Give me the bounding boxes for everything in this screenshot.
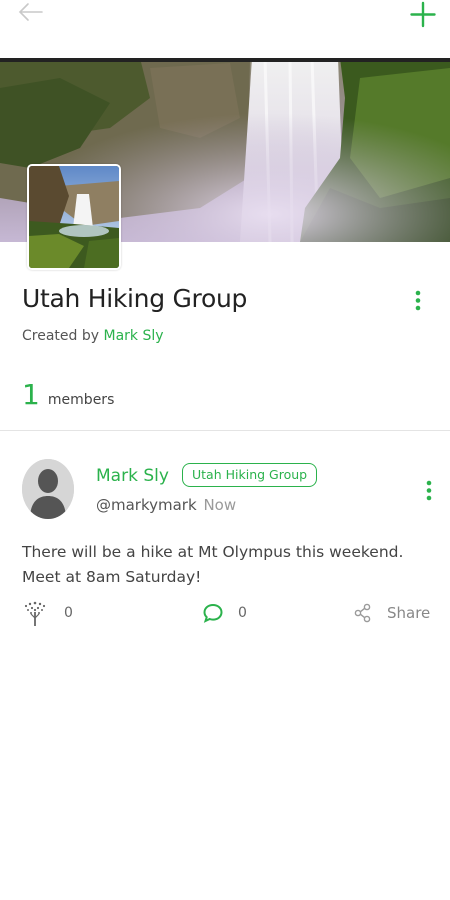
share-icon [354, 603, 371, 623]
creator-link[interactable]: Mark Sly [103, 328, 163, 344]
post-body-line: There will be a hike at Mt Olympus this … [22, 543, 404, 561]
comment-button[interactable]: 0 [202, 598, 247, 628]
member-count-number: 1 [22, 378, 40, 411]
post-body-line: Meet at 8am Saturday! [22, 568, 202, 586]
comment-count: 0 [238, 605, 247, 621]
group-title: Utah Hiking Group [22, 284, 248, 313]
share-button[interactable]: Share [354, 598, 430, 628]
arrow-left-icon [18, 3, 43, 21]
more-vertical-icon [415, 290, 421, 311]
user-placeholder-icon [22, 459, 74, 519]
comment-icon [203, 603, 223, 623]
post-handle: @markymark [96, 496, 197, 514]
post-actions: 0 0 Share [0, 598, 450, 630]
more-vertical-icon [426, 480, 432, 501]
created-by: Created by Mark Sly [22, 328, 164, 344]
like-count: 0 [64, 605, 73, 621]
created-by-label: Created by [22, 328, 100, 344]
members-count[interactable]: 1 members [22, 378, 114, 412]
post-meta: @markymark Now [96, 496, 236, 514]
group-tag[interactable]: Utah Hiking Group [182, 463, 318, 487]
group-menu-button[interactable] [408, 288, 428, 314]
like-button[interactable]: 0 [22, 598, 73, 628]
post-author[interactable]: Mark Sly [96, 466, 169, 486]
post-body: There will be a hike at Mt Olympus this … [22, 540, 422, 590]
top-bar [0, 0, 450, 58]
plus-icon [410, 1, 436, 28]
add-button[interactable] [408, 0, 438, 30]
post-menu-button[interactable] [419, 478, 439, 504]
share-label: Share [387, 604, 431, 622]
avatar[interactable] [22, 459, 74, 519]
post-time: Now [203, 496, 237, 514]
divider [0, 430, 450, 431]
group-avatar[interactable] [27, 164, 121, 270]
member-count-label: members [47, 392, 115, 408]
tree-like-icon [24, 601, 46, 626]
back-button[interactable] [14, 0, 48, 26]
